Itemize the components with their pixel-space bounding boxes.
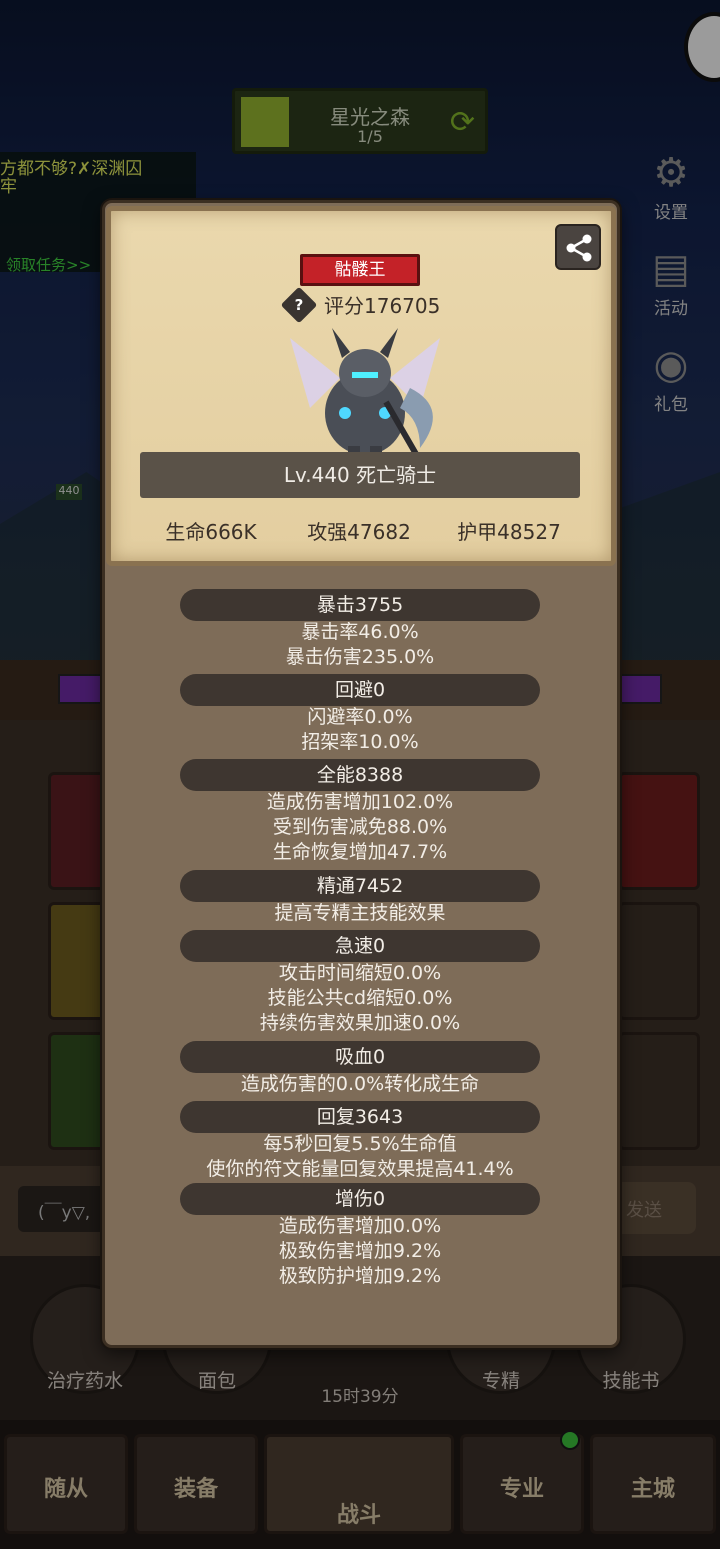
stat-header-mastery: 精通7452 [180, 870, 540, 902]
stat-line: 技能公共cd缩短0.0% [267, 987, 453, 1009]
stat-line: 闪避率0.0% [307, 706, 413, 728]
stat-line: 暴击率46.0% [301, 621, 419, 643]
stat-line: 每5秒回复5.5%生命值 [263, 1133, 457, 1155]
share-button[interactable] [555, 224, 601, 270]
score-value: 评分176705 [324, 294, 441, 318]
stat-header-recovery: 回复3643 [180, 1101, 540, 1133]
hp-stat: 生命666K [165, 520, 257, 544]
stat-line: 暴击伤害235.0% [285, 646, 435, 668]
stat-line: 造成伤害增加102.0% [266, 791, 454, 813]
armor-stat: 护甲48527 [457, 520, 561, 544]
stat-header-haste: 急速0 [180, 930, 540, 962]
hero-name-bar: Lv.440 死亡骑士 [140, 452, 580, 498]
stat-line: 使你的符文能量回复效果提高41.4% [206, 1158, 514, 1180]
stat-line: 造成伤害的0.0%转化成生命 [240, 1073, 480, 1095]
stat-header-damage-bonus: 增伤0 [180, 1183, 540, 1215]
stat-line: 攻击时间缩短0.0% [278, 962, 442, 984]
stat-line: 极致防护增加9.2% [278, 1265, 442, 1287]
stat-header-crit: 暴击3755 [180, 589, 540, 621]
stat-line: 造成伤害增加0.0% [278, 1215, 442, 1237]
stat-line: 提高专精主技能效果 [274, 902, 446, 924]
boss-title-tag: 骷髅王 [300, 254, 420, 286]
stat-line: 极致伤害增加9.2% [278, 1240, 442, 1262]
stat-line: 生命恢复增加47.7% [272, 841, 448, 863]
attack-stat: 攻强47682 [307, 520, 411, 544]
stat-header-lifesteal: 吸血0 [180, 1041, 540, 1073]
stat-header-avoidance: 回避0 [180, 674, 540, 706]
stat-line: 持续伤害效果加速0.0% [259, 1012, 461, 1034]
share-icon [566, 234, 592, 262]
stat-line: 受到伤害减免88.0% [272, 816, 448, 838]
stat-header-versatility: 全能8388 [180, 759, 540, 791]
stat-line: 招架率10.0% [301, 731, 419, 753]
death-knight-portrait [290, 328, 440, 464]
